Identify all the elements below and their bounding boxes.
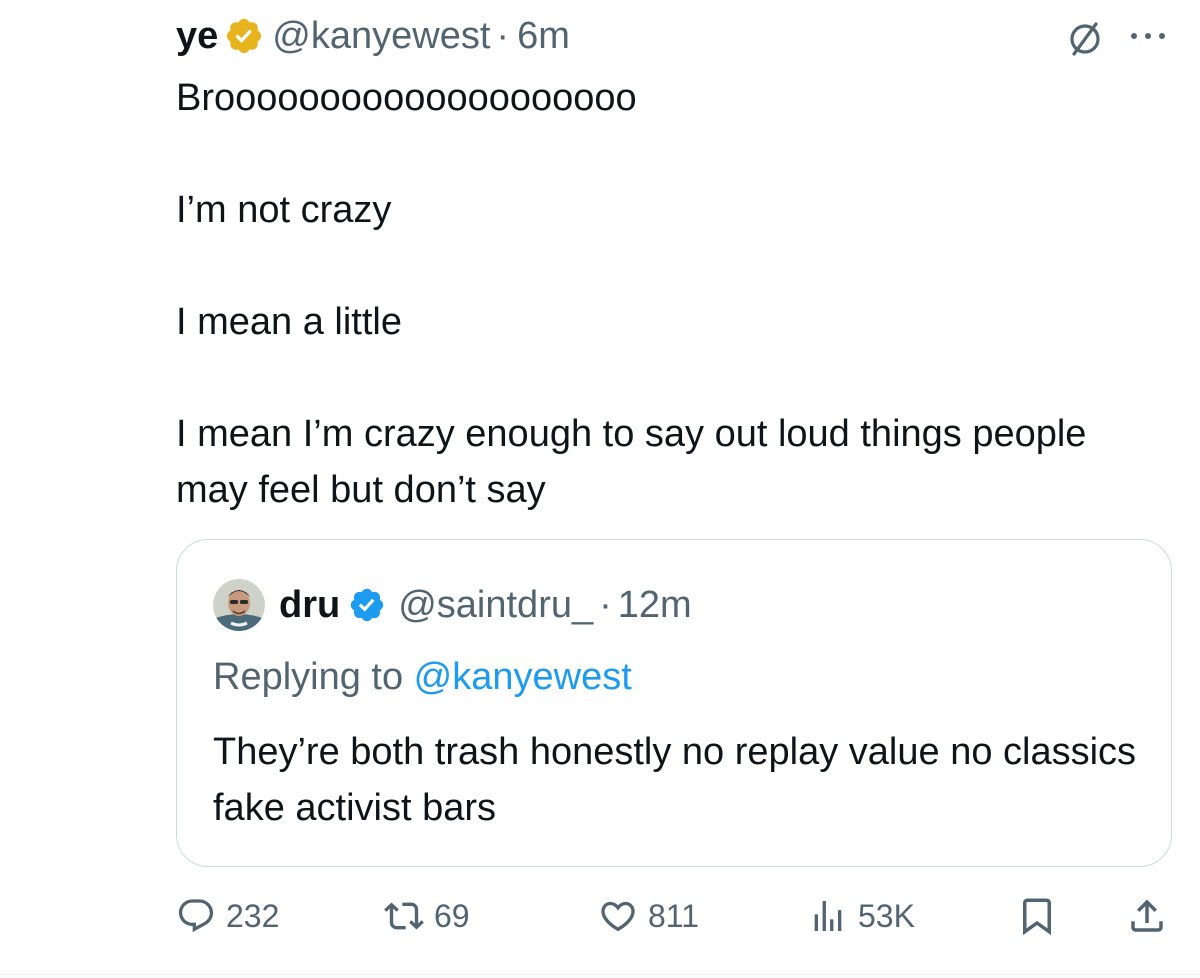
quote-header: dru @saintdru_ · 12m xyxy=(213,578,692,632)
author-handle[interactable]: @kanyewest xyxy=(272,15,490,58)
repost-button[interactable]: 69 xyxy=(384,888,470,944)
author-name[interactable]: ye xyxy=(176,15,218,58)
share-button[interactable] xyxy=(1126,888,1168,944)
reply-icon xyxy=(178,899,214,933)
repost-icon xyxy=(384,902,424,930)
repost-count: 69 xyxy=(434,897,470,934)
views-count: 53K xyxy=(858,897,915,934)
quote-author-name[interactable]: dru xyxy=(279,584,340,627)
bookmark-icon xyxy=(1023,898,1051,936)
more-icon[interactable] xyxy=(1126,26,1170,46)
avatar[interactable] xyxy=(213,579,265,631)
bookmark-button[interactable] xyxy=(1016,888,1058,944)
replying-to-line: Replying to @kanyewest xyxy=(213,656,632,699)
tweet-header: ye @kanyewest · 6m xyxy=(176,12,570,60)
quote-author-handle[interactable]: @saintdru_ xyxy=(398,584,593,627)
quoted-tweet-card[interactable]: dru @saintdru_ · 12m Replying to @kanyew… xyxy=(176,539,1172,867)
separator-dot: · xyxy=(496,14,510,57)
tweet-paragraph: Broooooooooooooooooooo xyxy=(176,77,637,119)
tweet-paragraph: I mean a little xyxy=(176,301,402,343)
quote-text: They’re both trash honestly no replay va… xyxy=(213,731,1137,829)
tweet: ye @kanyewest · 6m Brooooooooooooooooooo… xyxy=(0,0,1200,978)
quote-post-time[interactable]: 12m xyxy=(618,584,692,627)
post-time[interactable]: 6m xyxy=(517,15,570,58)
gold-verified-badge-icon xyxy=(227,18,262,54)
like-icon xyxy=(601,901,635,932)
divider xyxy=(0,974,1200,975)
mention-link[interactable]: @kanyewest xyxy=(414,656,632,698)
tweet-paragraph: I’m not crazy xyxy=(176,189,392,231)
share-icon xyxy=(1131,899,1163,932)
like-count: 811 xyxy=(648,897,700,934)
blue-verified-badge-icon xyxy=(350,588,384,622)
replying-to-label: Replying to xyxy=(213,656,414,698)
grok-icon[interactable] xyxy=(1064,18,1106,60)
views-button[interactable]: 53K xyxy=(808,888,915,944)
tweet-paragraph: I mean I’m crazy enough to say out loud … xyxy=(176,413,1087,511)
action-bar: 232 69 811 53K xyxy=(176,888,1172,944)
reply-count: 232 xyxy=(226,897,280,934)
separator-dot: · xyxy=(599,583,612,626)
like-button[interactable]: 811 xyxy=(598,888,699,944)
reply-button[interactable]: 232 xyxy=(176,888,279,944)
views-icon xyxy=(814,901,842,931)
tweet-text: Broooooooooooooooooooo I’m not crazy I m… xyxy=(176,70,1166,518)
